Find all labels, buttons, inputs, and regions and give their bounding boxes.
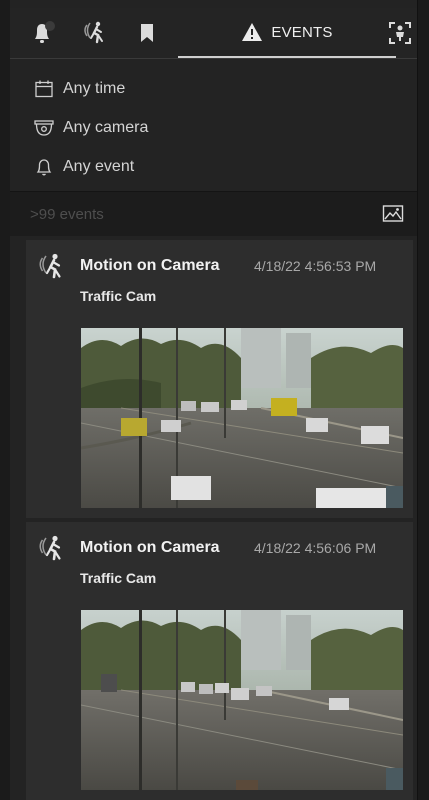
tab-bar: EVENTS <box>10 8 417 59</box>
filter-time[interactable]: Any time <box>33 78 125 100</box>
motion-icon <box>38 534 66 569</box>
motion-icon <box>38 252 66 287</box>
event-title: Motion on Camera <box>80 539 220 556</box>
bell-outline-icon <box>33 156 55 178</box>
event-camera-name: Traffic Cam <box>80 288 157 304</box>
event-thumbnail[interactable] <box>81 610 403 790</box>
events-count: >99 events <box>30 206 104 223</box>
left-edge <box>0 0 10 800</box>
tab-motion[interactable] <box>70 8 122 58</box>
filter-event-label: Any event <box>63 158 135 175</box>
event-thumbnail[interactable] <box>81 328 403 508</box>
tab-events-label: EVENTS <box>271 23 333 41</box>
filters-panel: Any time Any camera Any event <box>10 59 417 192</box>
image-toggle-icon[interactable] <box>382 204 404 229</box>
tab-events[interactable]: EVENTS <box>178 8 396 58</box>
event-card[interactable]: Motion on Camera 4/18/22 4:56:06 PM Traf… <box>26 522 413 800</box>
events-count-row: >99 events <box>10 192 417 236</box>
calendar-icon <box>33 78 55 100</box>
tab-notifications[interactable] <box>20 8 68 58</box>
filter-event[interactable]: Any event <box>33 156 134 178</box>
event-camera-name: Traffic Cam <box>80 570 157 586</box>
bookmark-icon <box>137 21 157 45</box>
filter-camera-label: Any camera <box>63 119 149 136</box>
warning-icon <box>241 22 263 42</box>
event-time: 4/18/22 4:56:53 PM <box>254 258 377 274</box>
filter-time-label: Any time <box>63 80 126 97</box>
event-time: 4/18/22 4:56:06 PM <box>254 540 377 556</box>
camera-dome-icon <box>33 117 55 139</box>
bell-alert-icon <box>29 20 59 46</box>
event-card[interactable]: Motion on Camera 4/18/22 4:56:53 PM Traf… <box>26 240 413 518</box>
filter-camera[interactable]: Any camera <box>33 117 148 139</box>
event-title: Motion on Camera <box>80 257 220 274</box>
tab-person-detect[interactable] <box>382 8 417 58</box>
tab-bookmarks[interactable] <box>124 8 170 58</box>
motion-icon <box>83 20 109 46</box>
person-detect-icon <box>387 20 413 46</box>
